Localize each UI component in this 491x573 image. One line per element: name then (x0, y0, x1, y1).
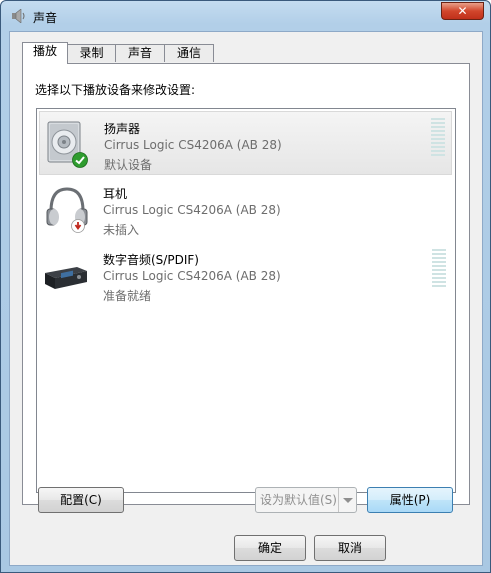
device-name: 耳机 (103, 187, 128, 201)
dialog-client-area: 播放 录制 声音 通信 选择以下播放设备来修改设置: 扬声器 Cirrus Lo… (9, 31, 483, 566)
tab-communications[interactable]: 通信 (164, 44, 214, 62)
close-button[interactable]: ✕ (441, 2, 484, 20)
device-item-speakers[interactable]: 扬声器 Cirrus Logic CS4206A (AB 28) 默认设备 (39, 111, 452, 175)
ok-button[interactable]: 确定 (234, 535, 306, 561)
configure-button[interactable]: 配置(C) (38, 487, 124, 513)
tab-recording[interactable]: 录制 (67, 44, 116, 62)
device-description: Cirrus Logic CS4206A (AB 28) (103, 203, 281, 217)
device-name: 扬声器 (104, 122, 141, 136)
instruction-label: 选择以下播放设备来修改设置: (35, 83, 196, 97)
device-item-headphones[interactable]: 耳机 Cirrus Logic CS4206A (AB 28) 未插入 (39, 177, 452, 241)
default-check-icon (72, 152, 88, 168)
set-default-label: 设为默认值(S) (260, 493, 337, 507)
window-title: 声音 (33, 11, 58, 25)
speaker-icon (11, 8, 27, 24)
title-bar[interactable]: 声音 ✕ (1, 1, 490, 31)
unplugged-icon (71, 219, 85, 233)
volume-meter (431, 118, 445, 160)
playback-device-list[interactable]: 扬声器 Cirrus Logic CS4206A (AB 28) 默认设备 耳机… (36, 108, 456, 493)
digital-audio-device-icon (43, 251, 89, 297)
device-description: Cirrus Logic CS4206A (AB 28) (103, 269, 281, 283)
device-status: 默认设备 (104, 158, 153, 172)
cancel-button[interactable]: 取消 (314, 535, 386, 561)
chevron-down-icon[interactable] (338, 488, 356, 512)
device-description: Cirrus Logic CS4206A (AB 28) (104, 138, 282, 152)
tab-playback[interactable]: 播放 (22, 42, 68, 64)
device-status: 未插入 (103, 223, 140, 237)
tab-sounds[interactable]: 声音 (115, 44, 165, 62)
device-status: 准备就绪 (103, 289, 152, 303)
device-item-spdif[interactable]: 数字音频(S/PDIF) Cirrus Logic CS4206A (AB 28… (39, 243, 452, 307)
properties-button[interactable]: 属性(P) (367, 487, 453, 513)
playback-tab-panel: 选择以下播放设备来修改设置: 扬声器 Cirrus Logic CS4206A … (22, 63, 470, 505)
set-default-button[interactable]: 设为默认值(S) (255, 487, 357, 513)
sound-dialog-window: 声音 ✕ 播放 录制 声音 通信 选择以下播放设备来修改设置: 扬声器 Cirr… (0, 0, 491, 573)
device-name: 数字音频(S/PDIF) (103, 253, 199, 267)
volume-meter (432, 249, 446, 291)
